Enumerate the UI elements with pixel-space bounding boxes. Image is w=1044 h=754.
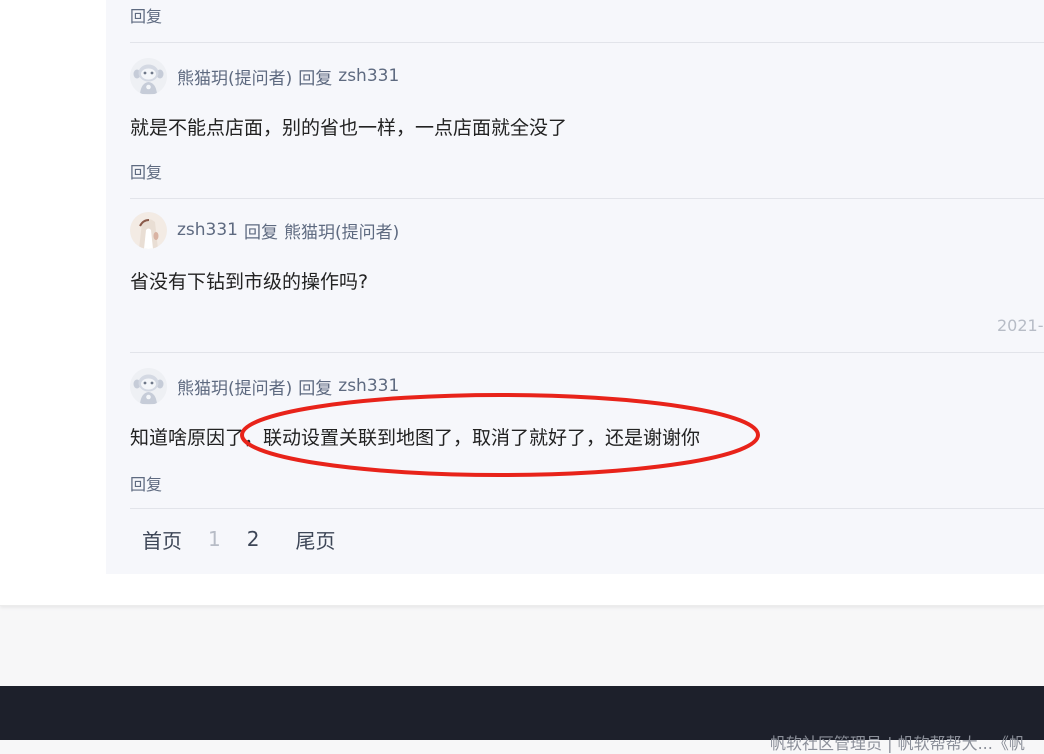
comment-body: 知道啥原因了，联动设置关联到地图了，取消了就好了，还是谢谢你 — [130, 427, 701, 449]
footer-text[interactable]: 帆软社区管理员 | 帆软帮帮大...《帆 — [770, 730, 1025, 754]
page-number-current: 1 — [208, 527, 221, 551]
reply-target[interactable]: zsh331 — [338, 66, 399, 86]
robot-avatar-icon[interactable] — [130, 367, 167, 405]
comment-author[interactable]: zsh331 — [177, 220, 238, 240]
reply-verb: 回复 — [298, 378, 333, 399]
reply-target[interactable]: 熊猫玥(提问者) — [284, 218, 399, 243]
last-page-button[interactable]: 尾页 — [295, 525, 335, 554]
reply-verb: 回复 — [298, 68, 333, 89]
pagination: 首页 1 2 尾页 — [142, 524, 335, 554]
divider — [130, 352, 1044, 353]
comment-body: 省没有下钻到市级的操作吗? — [130, 271, 369, 293]
comment-author[interactable]: 熊猫玥(提问者) — [177, 64, 292, 89]
user-avatar-icon[interactable] — [130, 211, 167, 249]
comment-header: zsh331 回复 熊猫玥(提问者) — [130, 211, 399, 249]
reply-link[interactable]: 回复 — [130, 471, 162, 495]
site-footer: 帆软社区管理员 | 帆软帮帮大...《帆 — [0, 686, 1044, 753]
reply-verb: 回复 — [244, 222, 279, 243]
page-number-button[interactable]: 2 — [247, 527, 260, 551]
reply-target[interactable]: zsh331 — [338, 376, 399, 396]
divider — [130, 198, 1044, 199]
comment-header: 熊猫玥(提问者) 回复 zsh331 — [130, 367, 399, 405]
comment-author[interactable]: 熊猫玥(提问者) — [177, 374, 292, 399]
first-page-button[interactable]: 首页 — [142, 525, 182, 554]
divider — [130, 42, 1044, 43]
divider — [130, 508, 1044, 509]
comment-timestamp: 2021- — [997, 316, 1044, 335]
robot-avatar-icon[interactable] — [130, 57, 167, 95]
reply-link[interactable]: 回复 — [130, 3, 162, 27]
comment-header: 熊猫玥(提问者) 回复 zsh331 — [130, 57, 399, 95]
comment-body: 就是不能点店面，别的省也一样，一点店面就全没了 — [130, 117, 568, 139]
reply-link[interactable]: 回复 — [130, 159, 162, 183]
